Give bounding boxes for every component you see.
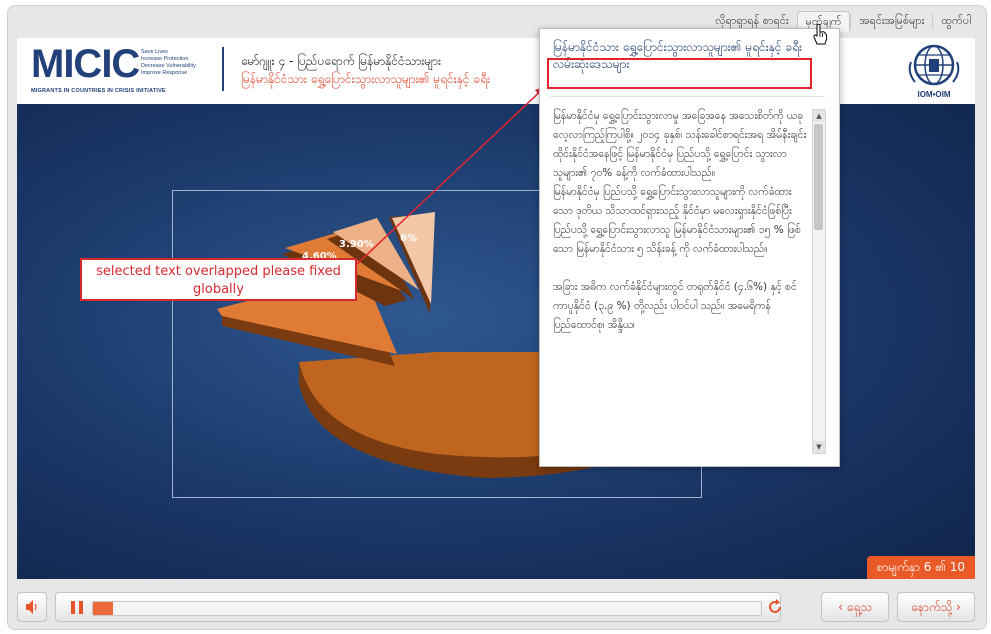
notes-popup: မြန်မာနိုင်ငံသား ရွှေ့ပြောင်းသွားလာသူမျာ… — [539, 28, 840, 467]
playback-bar — [55, 592, 781, 622]
popup-paragraph: မြန်မာနိုင်ငံမှ ပြည်ပသို့ ရွှေ့ပြောင်းသွ… — [553, 186, 801, 255]
progress-track[interactable] — [92, 601, 762, 616]
hand-cursor-icon — [813, 23, 828, 45]
micic-logo: MICIC Save Lives Increase Protection Dec… — [31, 42, 226, 98]
chevron-right-icon: › — [952, 600, 961, 614]
nav-exit[interactable]: ထွက်ပါ — [932, 14, 979, 28]
iom-logo-text: IOM•OIM — [917, 90, 951, 99]
micic-logo-text: MICIC — [31, 42, 140, 86]
scroll-thumb[interactable] — [814, 124, 823, 230]
replay-icon[interactable] — [766, 598, 784, 616]
pie-data-label: 6% — [400, 233, 417, 244]
nav-resources[interactable]: အရင်းအမြစ်များ — [850, 14, 932, 28]
scroll-down-arrow-icon[interactable]: ▼ — [813, 441, 825, 453]
popup-scrollbar[interactable]: ▲ ▼ — [812, 109, 826, 454]
previous-button-label: ရှေ့သ — [846, 600, 872, 614]
header-divider — [222, 47, 224, 91]
popup-paragraph: အခြား အဓိက လက်ခံနိုင်ငံများတွင် တရုတ်နို… — [553, 281, 797, 331]
nav-glossary[interactable]: လိုရာရှာရန် စာရင်း — [707, 14, 796, 28]
popup-paragraph: မြန်မာနိုင်ငံမှ ရွှေ့ပြောင်းသွားလာမှု အခ… — [553, 110, 807, 179]
module-subtitle: မြန်မာနိုင်ငံသား ရွှေ့ပြောင်းသွားလာသူမျာ… — [241, 72, 491, 86]
next-button[interactable]: နောက်သို့ › — [897, 592, 975, 622]
speaker-icon — [26, 600, 37, 614]
pie-data-label: 3.90% — [339, 239, 374, 250]
progress-fill — [93, 602, 114, 615]
popup-body: မြန်မာနိုင်ငံမှ ရွှေ့ပြောင်းသွားလာမှု အခ… — [553, 107, 807, 452]
micic-logo-taglines: Save Lives Increase Protection Decrease … — [141, 49, 196, 76]
previous-button[interactable]: ‹ ရှေ့သ — [821, 592, 889, 622]
player-controls: ‹ ရှေ့သ နောက်သို့ › — [17, 592, 975, 624]
scroll-up-arrow-icon[interactable]: ▲ — [813, 110, 825, 122]
next-button-label: နောက်သို့ — [911, 600, 953, 614]
chevron-left-icon: ‹ — [838, 600, 847, 614]
page-indicator: စာမျက်နှာ 6 ၏ 10 — [866, 556, 975, 579]
iom-globe-icon — [908, 44, 960, 86]
mute-button[interactable] — [17, 592, 47, 622]
module-title: မော်ဂျူး ၄ - ပြည်ပရောက် မြန်မာနိုင်ငံသား… — [241, 54, 441, 68]
annotation-highlight-box — [547, 58, 812, 89]
micic-logo-subtitle: MIGRANTS IN COUNTRIES IN CRISIS INITIATI… — [31, 88, 166, 94]
iom-logo: IOM•OIM — [905, 42, 963, 100]
annotation-note: selected text overlapped please fixed gl… — [80, 258, 357, 301]
popup-divider — [550, 96, 825, 97]
pause-icon[interactable] — [71, 601, 83, 614]
